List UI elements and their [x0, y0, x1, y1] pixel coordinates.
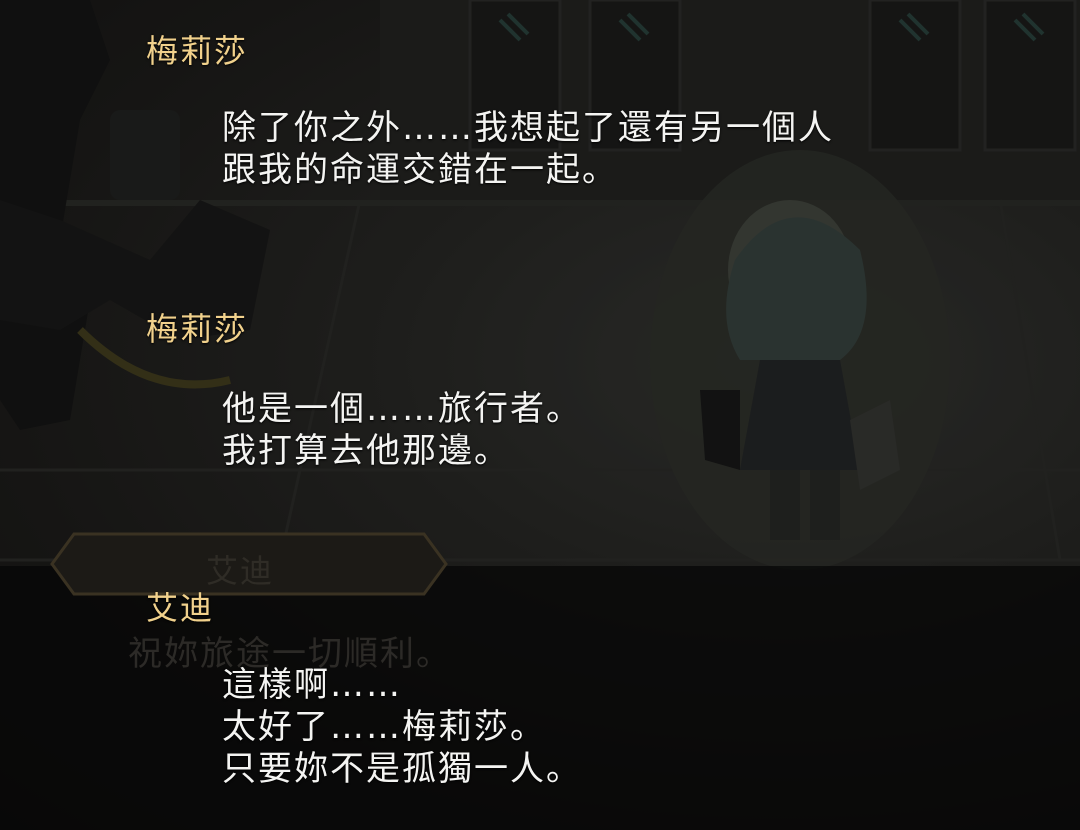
dialogue-log[interactable]: 梅莉莎 除了你之外……我想起了還有另一個人 跟我的命運交錯在一起。 梅莉莎 他是… — [0, 0, 1080, 830]
log-entry-3-text: 這樣啊…… 太好了……梅莉莎。 只要妳不是孤獨一人。 — [222, 664, 582, 790]
log-entry-2-text: 他是一個……旅行者。 我打算去他那邊。 — [222, 388, 582, 472]
log-entry-1-speaker: 梅莉莎 — [146, 32, 249, 70]
log-entry-1-line-1: 除了你之外……我想起了還有另一個人 — [222, 108, 834, 148]
log-entry-1-text: 除了你之外……我想起了還有另一個人 跟我的命運交錯在一起。 — [222, 107, 834, 191]
log-entry-3-line-1: 這樣啊…… — [222, 665, 402, 705]
log-entry-2-line-2: 我打算去他那邊。 — [222, 431, 510, 471]
log-entry-3-line-3: 只要妳不是孤獨一人。 — [222, 749, 582, 789]
log-entry-1-line-2: 跟我的命運交錯在一起。 — [222, 150, 618, 190]
log-entry-3-speaker: 艾迪 — [146, 589, 215, 627]
log-entry-2-speaker: 梅莉莎 — [146, 310, 249, 348]
log-entry-2-line-1: 他是一個……旅行者。 — [222, 389, 582, 429]
log-entry-3-line-2: 太好了……梅莉莎。 — [222, 707, 546, 747]
